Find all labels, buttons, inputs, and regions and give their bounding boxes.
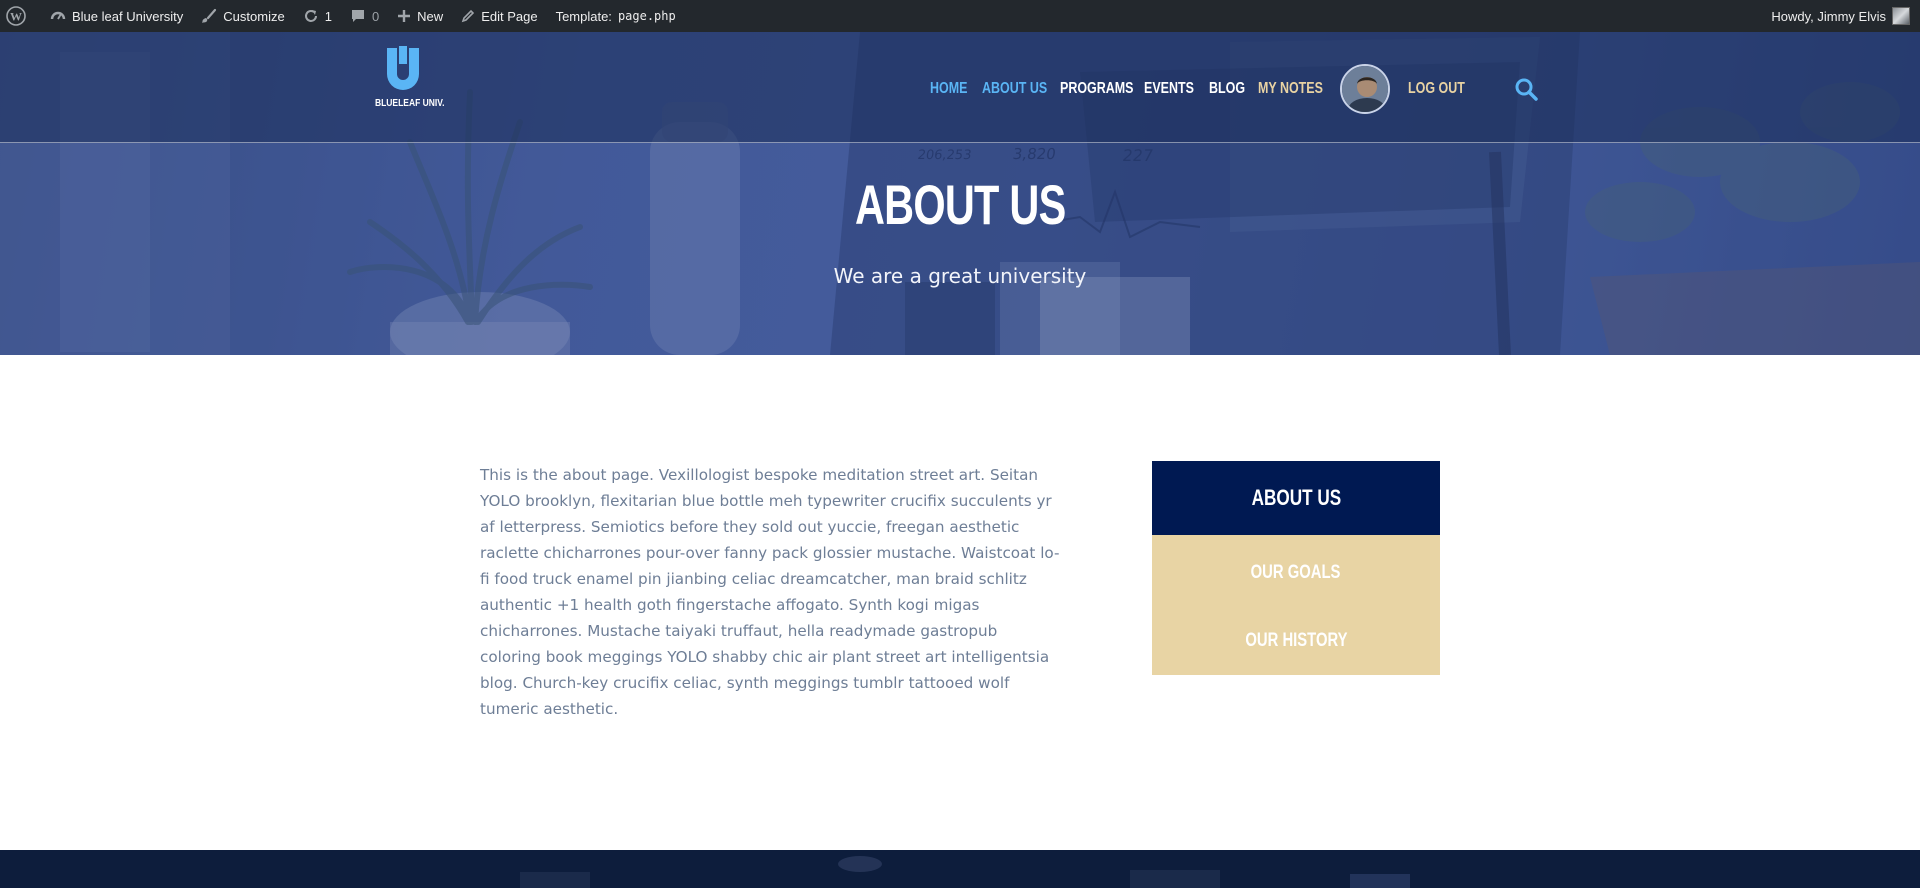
plus-icon	[398, 10, 411, 22]
page-body-text: This is the about page. Vexillologist be…	[480, 466, 1060, 718]
search-button[interactable]	[1514, 77, 1538, 101]
sidebar-page-links: About Us Our Goals Our History	[1152, 461, 1440, 675]
footer-background-image	[520, 856, 1410, 888]
user-avatar[interactable]	[1340, 64, 1390, 114]
customize-label: Customize	[223, 8, 285, 24]
site-header: BLUELEAF UNIV. Home About Us Programs Ev…	[0, 32, 1920, 143]
comments-link[interactable]: 0	[341, 0, 388, 32]
site-footer	[0, 850, 1920, 888]
page-subtitle: We are a great university	[833, 264, 1087, 288]
updates-icon	[304, 10, 317, 22]
nav-blog[interactable]: Blog	[1209, 80, 1249, 98]
sidebar-child-links: Our Goals Our History	[1152, 535, 1440, 675]
user-photo-icon	[1342, 66, 1388, 112]
nav-home[interactable]: Home	[930, 80, 972, 98]
sidebar-title: About Us	[1251, 485, 1341, 510]
u-logo-icon	[387, 46, 419, 90]
updates-count: 1	[324, 8, 332, 24]
nav-log-out[interactable]: Log Out	[1408, 80, 1465, 98]
wordpress-logo-button[interactable]: W	[0, 0, 41, 32]
svg-text:W: W	[10, 10, 22, 24]
dashboard-icon	[50, 11, 66, 20]
template-label: Template:	[555, 8, 612, 24]
template-info[interactable]: Template: page.php	[547, 0, 685, 32]
admin-bar: W Blue leaf University Customize 1 0 New…	[0, 0, 1920, 32]
sidebar-item-our-history[interactable]: Our History	[1152, 607, 1440, 675]
comment-icon	[351, 10, 364, 22]
wordpress-icon: W	[6, 6, 26, 26]
template-file: page.php	[617, 9, 676, 23]
pencil-icon	[461, 9, 475, 23]
my-account-link[interactable]: Howdy, Jimmy Elvis	[1771, 0, 1910, 32]
nav-events[interactable]: Events	[1144, 80, 1196, 98]
comments-count: 0	[371, 8, 380, 24]
site-name-link[interactable]: Blue leaf University	[41, 0, 192, 32]
page-title: ABOUT US	[0, 172, 1920, 237]
customize-link[interactable]: Customize	[192, 0, 293, 32]
edit-page-link[interactable]: Edit Page	[452, 0, 546, 32]
logo-text: BLUELEAF UNIV.	[374, 98, 445, 109]
nav-programs[interactable]: Programs	[1060, 80, 1134, 98]
sidebar-parent-link[interactable]: About Us	[1152, 461, 1440, 535]
new-label: New	[417, 8, 444, 24]
page-banner: 206,253 3,820 227 BLUELEAF UNIV. HOME AB…	[0, 32, 1920, 355]
search-icon	[1515, 78, 1538, 101]
admin-avatar	[1892, 7, 1910, 25]
new-content-link[interactable]: New	[388, 0, 452, 32]
site-name: Blue leaf University	[72, 8, 184, 24]
main-navigation: Home About Us Programs Events Blog My No…	[930, 62, 1538, 116]
paintbrush-icon	[202, 8, 217, 23]
edit-page-label: Edit Page	[481, 8, 538, 24]
page-title-text: ABOUT US	[854, 173, 1066, 236]
sidebar-item-label: Our History	[1244, 630, 1348, 651]
updates-link[interactable]: 1	[294, 0, 341, 32]
site-logo[interactable]: BLUELEAF UNIV.	[370, 46, 445, 116]
nav-about-us[interactable]: About Us	[982, 80, 1047, 98]
nav-my-notes[interactable]: My Notes	[1258, 80, 1323, 98]
sidebar-item-our-goals[interactable]: Our Goals	[1152, 539, 1440, 607]
howdy-text: Howdy, Jimmy Elvis	[1771, 8, 1886, 24]
sidebar-item-label: Our Goals	[1251, 562, 1341, 583]
